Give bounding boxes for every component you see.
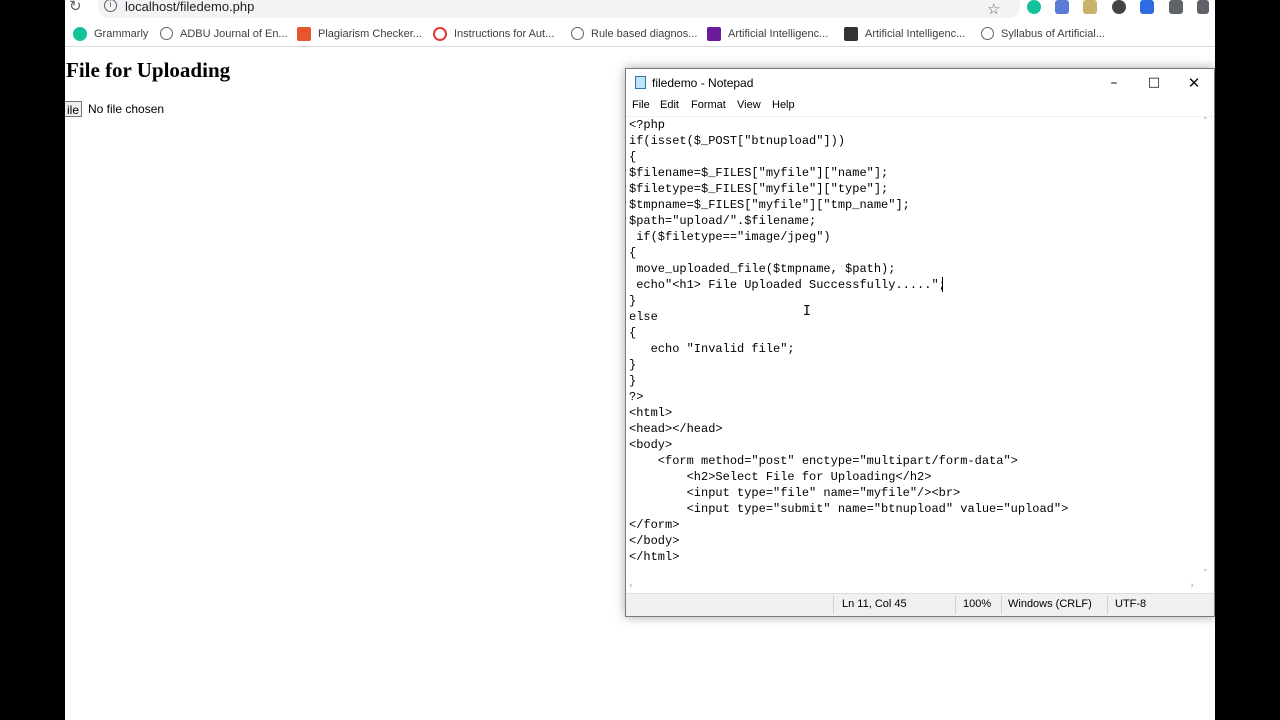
grammarly-extension-icon[interactable] [1027, 0, 1041, 14]
text-caret [942, 277, 943, 292]
bookmarks-bar: Grammarly ADBU Journal of En... Plagiari… [65, 24, 1215, 47]
elsevier-icon [433, 27, 447, 41]
scroll-down-icon[interactable]: ˅ [1203, 569, 1208, 579]
bookmark-item[interactable]: Artificial Intelligenc... [844, 27, 965, 41]
cursor-position: Ln 11, Col 45 [842, 598, 907, 610]
bookmark-item[interactable]: ADBU Journal of En... [160, 27, 288, 40]
page-heading: File for Uploading [66, 58, 231, 82]
ibeam-cursor-icon: I [803, 304, 811, 319]
status-divider [1107, 596, 1108, 614]
line-endings: Windows (CRLF) [1008, 598, 1092, 610]
notepad-icon [635, 76, 646, 89]
notepad-text-area[interactable]: <?php if(isset($_POST["btnupload"])) { $… [626, 116, 1214, 595]
plagiarism-checker-icon [297, 27, 311, 41]
encoding: UTF-8 [1115, 598, 1147, 610]
reload-icon[interactable]: ↻ [69, 0, 82, 15]
choose-file-button[interactable]: ile [65, 101, 82, 117]
scroll-left-icon[interactable]: ‹ [629, 581, 633, 591]
extensions-puzzle-icon[interactable] [1169, 0, 1183, 14]
image-extension-icon[interactable] [1083, 0, 1097, 14]
reading-list-icon[interactable] [1197, 0, 1209, 14]
globe-icon [571, 27, 584, 40]
menu-view[interactable]: View [737, 99, 761, 111]
notepad-window: filedemo - Notepad – □ ✕ File Edit Forma… [625, 68, 1215, 617]
notepad-title-bar[interactable]: filedemo - Notepad – □ ✕ [626, 69, 1214, 97]
menu-help[interactable]: Help [772, 99, 795, 111]
file-status-text: No file chosen [88, 102, 165, 116]
menu-format[interactable]: Format [691, 99, 726, 111]
bookmark-item[interactable]: Syllabus of Artificial... [981, 27, 1105, 40]
scroll-right-icon[interactable]: › [1190, 581, 1194, 591]
notepad-menu-bar: File Edit Format View Help [626, 97, 1214, 117]
record-extension-icon[interactable] [1112, 0, 1126, 14]
browser-window: ↻ i localhost/filedemo.php ☆ Grammarly A… [65, 0, 1215, 720]
site-icon [707, 27, 721, 41]
menu-edit[interactable]: Edit [660, 99, 679, 111]
bookmark-item[interactable]: Instructions for Aut... [433, 27, 554, 41]
status-divider [1001, 596, 1002, 614]
menu-file[interactable]: File [632, 99, 650, 111]
close-button[interactable]: ✕ [1174, 69, 1214, 97]
code-text[interactable]: <?php if(isset($_POST["btnupload"])) { $… [629, 117, 1068, 565]
omnibox[interactable]: i localhost/filedemo.php [98, 0, 1020, 18]
info-icon[interactable]: i [104, 0, 117, 12]
scroll-up-icon[interactable]: ˄ [1203, 117, 1208, 127]
url-text[interactable]: localhost/filedemo.php [125, 0, 254, 14]
notepad-status-bar: Ln 11, Col 45 100% Windows (CRLF) UTF-8 [626, 593, 1214, 616]
minimize-button[interactable]: – [1094, 69, 1134, 97]
status-divider [955, 596, 956, 614]
site-icon [844, 27, 858, 41]
globe-icon [160, 27, 173, 40]
grammarly-icon [73, 27, 87, 41]
maximize-button[interactable]: □ [1134, 69, 1174, 97]
vertical-scrollbar[interactable]: ˄ ˅ [1200, 117, 1214, 579]
bookmark-item[interactable]: Plagiarism Checker... [297, 27, 422, 41]
bookmark-item[interactable]: Grammarly [73, 27, 148, 41]
bookmark-item[interactable]: Rule based diagnos... [571, 27, 697, 40]
zoom-level: 100% [963, 598, 992, 610]
globe-icon [981, 27, 994, 40]
bookmark-item[interactable]: Artificial Intelligenc... [707, 27, 828, 41]
window-title: filedemo - Notepad [652, 76, 754, 90]
camera-extension-icon[interactable] [1055, 0, 1069, 14]
video-extension-icon[interactable] [1140, 0, 1154, 14]
status-divider [833, 596, 834, 614]
address-bar: ↻ i localhost/filedemo.php ☆ [65, 0, 1215, 20]
horizontal-scrollbar[interactable]: ‹ › [626, 580, 1200, 594]
